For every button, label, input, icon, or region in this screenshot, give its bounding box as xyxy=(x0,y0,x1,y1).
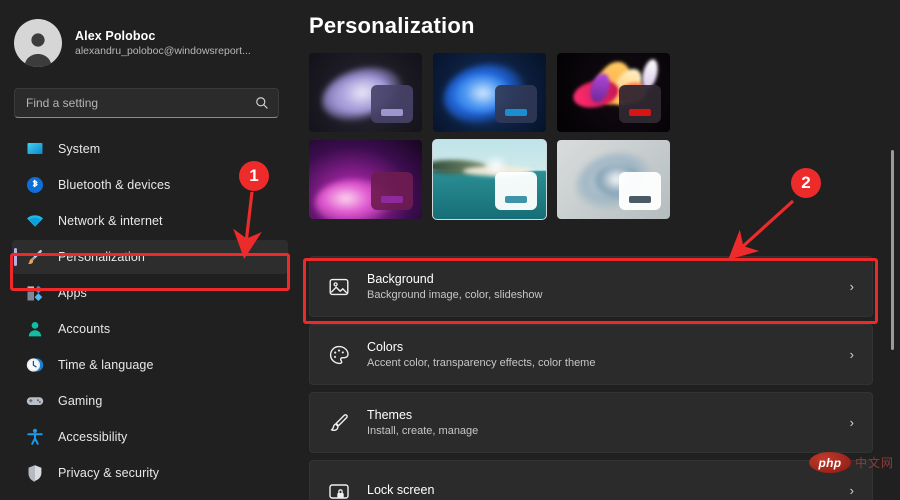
settings-row-subtitle: Install, create, manage xyxy=(367,424,850,439)
sidebar-item-network-internet[interactable]: Network & internet xyxy=(12,204,288,238)
theme-thumbnail[interactable] xyxy=(309,53,422,132)
sidebar-item-label: Accounts xyxy=(58,322,110,336)
vertical-scrollbar[interactable] xyxy=(891,150,894,350)
settings-row-subtitle: Accent color, transparency effects, colo… xyxy=(367,356,850,371)
settings-row-title: Background xyxy=(367,271,850,288)
sidebar-item-label: Accessibility xyxy=(58,430,127,444)
search-box[interactable] xyxy=(14,88,279,118)
clock-icon xyxy=(26,356,44,374)
sidebar-item-label: Network & internet xyxy=(58,214,163,228)
settings-row-colors[interactable]: ColorsAccent color, transparency effects… xyxy=(309,324,873,385)
search-input[interactable] xyxy=(26,96,255,110)
accessibility-icon xyxy=(26,428,44,446)
account-name: Alex Poloboc xyxy=(75,29,251,44)
search-icon[interactable] xyxy=(255,96,269,110)
bluetooth-icon xyxy=(26,176,44,194)
theme-thumbnail-grid xyxy=(309,53,672,219)
lock-screen-icon xyxy=(328,480,350,500)
theme-thumbnail[interactable] xyxy=(557,140,670,219)
shield-icon xyxy=(26,464,44,482)
sidebar-item-privacy-security[interactable]: Privacy & security xyxy=(12,456,288,490)
sidebar-item-label: Time & language xyxy=(58,358,154,372)
sidebar-item-label: Personalization xyxy=(58,250,145,264)
chevron-right-icon[interactable]: › xyxy=(850,279,856,294)
sidebar-item-apps[interactable]: Apps xyxy=(12,276,288,310)
thumbnail-taskbar xyxy=(505,109,527,116)
settings-row-text: BackgroundBackground image, color, slide… xyxy=(367,271,850,303)
thumbnail-taskbar xyxy=(505,196,527,203)
settings-row-background[interactable]: BackgroundBackground image, color, slide… xyxy=(309,256,873,317)
main-content: Personalization BackgroundBackground ima… xyxy=(300,0,900,500)
thumbnail-window-preview xyxy=(619,85,661,123)
settings-row-title: Colors xyxy=(367,339,850,356)
sidebar-item-bluetooth-devices[interactable]: Bluetooth & devices xyxy=(12,168,288,202)
thumbnail-taskbar xyxy=(381,109,403,116)
palette-icon xyxy=(328,344,350,366)
thumbnail-window-preview xyxy=(495,85,537,123)
thumbnail-window-preview xyxy=(371,85,413,123)
apps-icon xyxy=(26,284,44,302)
settings-row-subtitle: Background image, color, slideshow xyxy=(367,288,850,303)
user-avatar-icon xyxy=(18,27,58,67)
watermark-site: 中文网 xyxy=(855,454,894,471)
sidebar-item-accessibility[interactable]: Accessibility xyxy=(12,420,288,454)
account-text: Alex Poloboc alexandru_poloboc@windowsre… xyxy=(75,29,251,58)
chevron-right-icon[interactable]: › xyxy=(850,415,856,430)
chevron-right-icon[interactable]: › xyxy=(850,483,856,498)
thumbnail-window-preview xyxy=(371,172,413,210)
watermark-logo: php xyxy=(809,452,851,473)
settings-row-text: Lock screen xyxy=(367,482,850,499)
sidebar: Alex Poloboc alexandru_poloboc@windowsre… xyxy=(0,0,300,500)
image-icon xyxy=(328,276,350,298)
settings-window: Alex Poloboc alexandru_poloboc@windowsre… xyxy=(0,0,900,500)
sidebar-item-label: Bluetooth & devices xyxy=(58,178,170,192)
account-header[interactable]: Alex Poloboc alexandru_poloboc@windowsre… xyxy=(0,0,300,74)
settings-row-text: ThemesInstall, create, manage xyxy=(367,407,850,439)
sidebar-nav: System Bluetooth & devices Network & inter… xyxy=(0,132,300,490)
thumbnail-window-preview xyxy=(619,172,661,210)
settings-row-list: BackgroundBackground image, color, slide… xyxy=(309,256,873,500)
thumbnail-taskbar xyxy=(629,196,651,203)
settings-row-themes[interactable]: ThemesInstall, create, manage› xyxy=(309,392,873,453)
settings-row-title: Lock screen xyxy=(367,482,850,499)
account-email: alexandru_poloboc@windowsreport... xyxy=(75,44,251,58)
paintbrush-icon xyxy=(328,412,350,434)
theme-thumbnail[interactable] xyxy=(557,53,670,132)
paintbrush-icon xyxy=(26,248,44,266)
sidebar-item-personalization[interactable]: Personalization xyxy=(12,240,288,274)
theme-thumbnail[interactable] xyxy=(309,140,422,219)
settings-row-lock-screen[interactable]: Lock screen› xyxy=(309,460,873,500)
sidebar-item-gaming[interactable]: Gaming xyxy=(12,384,288,418)
thumbnail-window-preview xyxy=(495,172,537,210)
theme-thumbnail[interactable] xyxy=(433,140,546,219)
settings-row-text: ColorsAccent color, transparency effects… xyxy=(367,339,850,371)
settings-row-title: Themes xyxy=(367,407,850,424)
sidebar-item-label: Apps xyxy=(58,286,87,300)
system-icon xyxy=(26,140,44,158)
thumbnail-taskbar xyxy=(381,196,403,203)
sidebar-item-accounts[interactable]: Accounts xyxy=(12,312,288,346)
watermark: php 中文网 xyxy=(809,452,894,473)
sidebar-item-label: System xyxy=(58,142,100,156)
sidebar-item-label: Privacy & security xyxy=(58,466,159,480)
sidebar-item-system[interactable]: System xyxy=(12,132,288,166)
thumbnail-taskbar xyxy=(629,109,651,116)
chevron-right-icon[interactable]: › xyxy=(850,347,856,362)
page-title: Personalization xyxy=(309,0,900,39)
sidebar-item-time-language[interactable]: Time & language xyxy=(12,348,288,382)
accounts-icon xyxy=(26,320,44,338)
sidebar-item-label: Gaming xyxy=(58,394,102,408)
theme-thumbnail[interactable] xyxy=(433,53,546,132)
wifi-icon xyxy=(26,212,44,230)
avatar xyxy=(14,19,62,67)
gamepad-icon xyxy=(26,392,44,410)
